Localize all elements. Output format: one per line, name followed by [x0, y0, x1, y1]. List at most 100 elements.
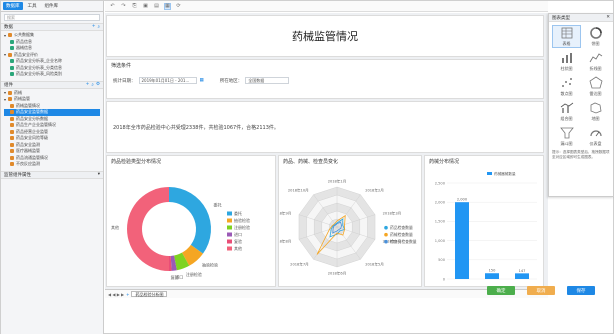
chart1-panel[interactable]: 药品检验类型分布情况 委托 抽验检验 注册检验 进口 复验 其他 委托 抽验检验 注册检验 进口复… — [106, 155, 276, 287]
refresh-icon[interactable]: ⟳ — [175, 3, 182, 10]
radar-chart: 2018年1月2018年2月2018年3月2018年4月2018年5月2018年… — [273, 179, 417, 276]
legend-label: 抽验检验 — [234, 217, 250, 223]
pie-slice — [127, 187, 169, 271]
sheet-nav[interactable]: ◀ ◀ ▶ ▶ — [108, 292, 124, 297]
datasets-header: 数据 + ⌕ — [1, 23, 103, 31]
dashboard-canvas: 药械监管情况 筛选条件 统计日期： 2019年01月01日 - 201... ▦… — [105, 13, 548, 289]
close-icon[interactable]: ✕ — [606, 15, 610, 20]
components-header: 组件 + ⌕ ⚙ — [1, 80, 103, 89]
title-panel[interactable]: 药械监管情况 — [106, 15, 544, 57]
summary-text: 2018年全市药品检验中心共受理2338件，共检验1067件，合格2113件。 — [113, 125, 279, 131]
tab-components[interactable]: 组件库 — [42, 2, 62, 10]
props-header: 监管组件属性 ▾ — [1, 170, 103, 179]
chart1-title: 药品检验类型分布情况 — [111, 159, 162, 165]
bar — [485, 273, 499, 279]
chevron-down-icon[interactable]: ▾ — [4, 52, 6, 57]
chart-type-option[interactable]: 组合图 — [552, 100, 581, 123]
dataset-icon — [10, 72, 14, 77]
filter-date-label: 统计日期： — [113, 78, 136, 84]
chart-type-label: 饼图 — [591, 41, 600, 46]
summary-panel[interactable]: 2018年全市药品检验中心共受理2338件，共检验1067件，合格2113件。 — [106, 101, 544, 153]
chart3-panel[interactable]: 药械分布情况 0 500 1,000 1,500 2,000 2,500 2,000 150 1… — [424, 155, 544, 287]
chevron-down-icon[interactable]: ▾ — [98, 172, 100, 177]
datasets-label: 数据 — [4, 25, 13, 30]
add-icon[interactable]: + — [126, 292, 129, 297]
save-button[interactable]: 保存 — [567, 286, 595, 295]
dataset-icon — [10, 162, 14, 167]
chart-type-label: 折线图 — [589, 66, 602, 71]
tree-item-label: 药品流通监管情况 — [16, 154, 48, 160]
redo-icon[interactable]: ↷ — [120, 3, 127, 10]
chart-type-label: 雷达图 — [589, 91, 602, 96]
legend-label: 进口 — [234, 231, 242, 237]
tree-item[interactable]: 药品安全分析表_风险类别 — [4, 71, 100, 78]
data-label: 150 — [489, 269, 497, 273]
add-icon[interactable]: + — [92, 24, 96, 30]
tree-item-label: 药械 — [14, 89, 23, 95]
chart-type-label: 柱状图 — [560, 66, 573, 71]
chart-type-option[interactable]: 雷达图 — [581, 75, 610, 98]
y-tick-label: 2,000 — [435, 201, 446, 205]
date-range-field[interactable]: 2019年01月01日 - 201... — [138, 77, 197, 84]
combo-chart-icon — [560, 102, 573, 113]
search-icon[interactable]: ⌕ — [97, 24, 100, 30]
calendar-icon[interactable]: ▦ — [200, 78, 204, 83]
layout-icon[interactable]: ▦ — [164, 2, 171, 10]
gauge-icon — [589, 130, 602, 137]
axis-label: 2018年8月 — [279, 239, 291, 244]
dataset-icon — [10, 116, 14, 121]
chart-type-option[interactable]: 表格 — [552, 25, 581, 48]
settings-icon[interactable]: ⚙ — [96, 82, 100, 88]
tab-tools[interactable]: 工具 — [25, 2, 40, 10]
undo-icon[interactable]: ↶ — [109, 3, 116, 10]
search-icon[interactable]: ⌕ — [91, 82, 94, 88]
tree-item-label: 药械监管情况 — [16, 102, 40, 108]
region-select[interactable]: 全国数据 — [245, 77, 290, 84]
confirm-button[interactable]: 确定 — [487, 286, 515, 295]
chevron-down-icon[interactable]: ▾ — [4, 33, 6, 38]
funnel-chart-icon — [559, 127, 574, 139]
y-tick-label: 1,500 — [435, 220, 446, 224]
tab-data[interactable]: 数据库 — [3, 2, 23, 10]
filter-panel[interactable]: 筛选条件 统计日期： 2019年01月01日 - 201... ▦ 所在地区： … — [106, 59, 544, 99]
cancel-button[interactable]: 取消 — [527, 286, 555, 295]
slice-label: 委托 — [214, 201, 222, 207]
axis-label: 2018年10月 — [288, 187, 309, 192]
tree-item-label: 药品安全监管数据 — [16, 109, 48, 115]
chart-type-option[interactable]: 折线图 — [581, 50, 610, 73]
dataset-icon — [8, 33, 13, 38]
chart2-panel[interactable]: 药品、药械、检查员变化 2018年1月 2018年2月 2018年3月 2018年4月… — [273, 155, 422, 287]
legend-label: 药械检查数量 — [390, 232, 413, 237]
chart-type-option[interactable]: 地图 — [581, 100, 610, 123]
chart-type-option[interactable]: 饼图 — [581, 25, 610, 48]
align-icon[interactable]: ▤ — [153, 3, 160, 10]
search-input[interactable]: 搜索 — [4, 14, 100, 21]
copy-icon[interactable]: ⎘ — [131, 3, 138, 10]
chart-type-option[interactable]: 散点图 — [552, 75, 581, 98]
data-label: 147 — [519, 269, 526, 273]
filter-title: 筛选条件 — [111, 63, 132, 69]
paste-icon[interactable]: ▣ — [142, 3, 149, 10]
tree-item-label: 药械监管 — [14, 96, 31, 102]
chart-type-label: 仪表盘 — [589, 141, 602, 146]
y-tick-label: 0 — [443, 277, 446, 281]
dataset-icon — [10, 136, 14, 141]
chart-type-option[interactable]: 漏斗图 — [552, 125, 581, 148]
y-tick-label: 2,500 — [435, 181, 446, 185]
axis-label: 2018年1月 — [328, 179, 347, 184]
legend-swatch — [227, 232, 232, 237]
legend-swatch — [384, 239, 388, 244]
legend-label: 检查员检查数量 — [390, 239, 417, 244]
tree-item[interactable]: 不良反应监测 — [4, 161, 100, 168]
chart-type-label: 组合图 — [560, 116, 573, 121]
sheet-tab[interactable]: 药品检验分析图 — [131, 291, 168, 297]
filter-region-label: 所在地区： — [219, 78, 243, 84]
chart-type-option[interactable]: 柱状图 — [552, 50, 581, 73]
chevron-down-icon[interactable]: ▾ — [4, 90, 6, 95]
add-icon[interactable]: + — [86, 82, 90, 88]
tree-item-label: 公共数据集 — [14, 32, 35, 38]
chevron-down-icon[interactable]: ▾ — [4, 97, 6, 102]
axis-label: 2018年2月 — [365, 187, 384, 192]
dataset-icon — [10, 149, 14, 154]
chart-type-option[interactable]: 仪表盘 — [581, 125, 610, 148]
